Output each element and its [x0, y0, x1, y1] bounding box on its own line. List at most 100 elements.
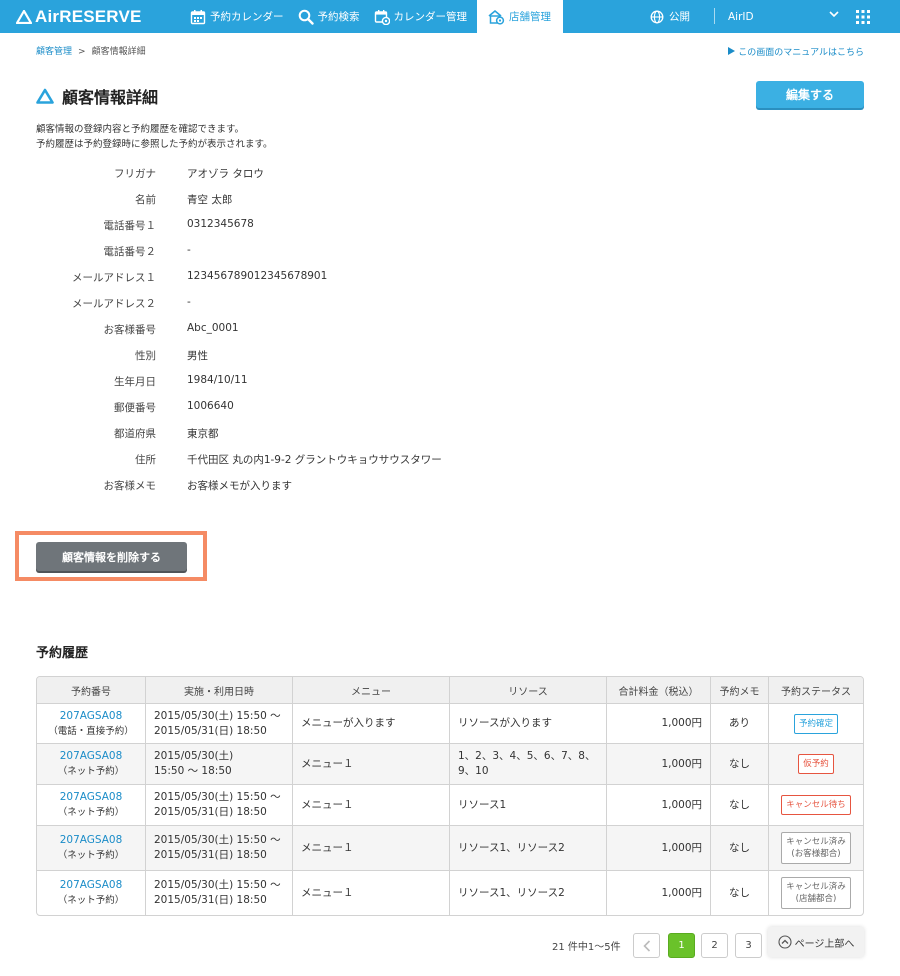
status-cell: 仮予約 [769, 744, 863, 784]
app-logo[interactable]: AirRESERVE [16, 6, 142, 27]
nav-label: 予約検索 [317, 11, 360, 23]
status-text: 予約確定 [798, 718, 833, 729]
reservation-number-link[interactable]: 207AGSA08 [60, 709, 123, 724]
detail-value: 1984/10/11 [187, 374, 248, 386]
edit-button[interactable]: 編集する [756, 81, 864, 108]
status-text: キャンセル済み [786, 837, 846, 847]
delete-customer-button[interactable]: 顧客情報を削除する [36, 542, 187, 571]
status-reason: (店舗都合) [795, 894, 837, 904]
column-header: 予約メモ [711, 677, 769, 703]
status-cell: 予約確定 [769, 704, 863, 743]
reservation-number-cell: 207AGSA08 （ネット予約） [37, 871, 146, 915]
reservation-number-cell: 207AGSA08 （ネット予約） [37, 826, 146, 870]
page-title: 顧客情報詳細 [62, 88, 159, 107]
detail-label: 郵便番号 [114, 402, 156, 414]
detail-row-furigana: フリガナ アオゾラ タロウ [0, 166, 600, 186]
detail-value: 123456789012345678901 [187, 270, 328, 282]
price-cell: 1,000円 [607, 826, 711, 870]
detail-value: - [187, 296, 191, 308]
column-header: 予約番号 [37, 677, 146, 703]
date-line: 2015/05/31(日) 18:50 [154, 724, 267, 737]
description-line: 予約履歴は予約登録時に参照した予約が表示されます。 [36, 139, 273, 150]
reservation-number-cell: 207AGSA08 （ネット予約） [37, 744, 146, 784]
header-divider [714, 8, 715, 24]
resource-line: リソース1、リソース2 [458, 886, 565, 899]
memo-cell: なし [711, 826, 769, 870]
date-line: 15:50 〜 18:50 [154, 765, 232, 777]
nav-reservation-search[interactable]: 予約検索 [294, 0, 370, 33]
main-nav: 予約カレンダー 予約検索 カレンダー管理 店舗管理 [186, 0, 563, 33]
search-icon [298, 9, 314, 25]
reservation-channel: （電話・直接予約） [48, 725, 134, 737]
date-line: 2015/05/31(日) 18:50 [154, 806, 267, 818]
table-row[interactable]: 207AGSA08 （ネット予約） 2015/05/30(土) 15:50 〜 20… [37, 785, 863, 826]
column-header: 合計料金（税込） [607, 677, 711, 703]
nav-reservation-calendar[interactable]: 予約カレンダー [186, 0, 294, 33]
reservation-history-table: 予約番号 実施・利用日時 メニュー リソース 合計料金（税込） 予約メモ 予約ス… [36, 676, 864, 916]
resource-line: リソース1、リソース2 [458, 841, 565, 854]
table-row[interactable]: 207AGSA08 （ネット予約） 2015/05/30(土) 15:50 〜 20… [37, 826, 863, 871]
date-line: 2015/05/30(土) 15:50 〜 [154, 879, 281, 891]
reservation-number-link[interactable]: 207AGSA08 [60, 833, 123, 848]
chevron-left-icon [642, 939, 650, 952]
nav-store-management[interactable]: 店舗管理 [477, 0, 563, 33]
column-header: メニュー [293, 677, 450, 703]
breadcrumb-customer-management[interactable]: 顧客管理 [36, 47, 72, 57]
description-line: 顧客情報の登録内容と予約履歴を確認できます。 [36, 124, 245, 135]
airid-label: AirID [728, 10, 754, 23]
menu-cell: メニュー１ [293, 871, 450, 915]
breadcrumb: 顧客管理 > 顧客情報詳細 [36, 44, 146, 57]
reservation-number-link[interactable]: 207AGSA08 [60, 878, 123, 893]
pagination-page-3[interactable]: 3 [735, 933, 762, 958]
play-triangle-icon [728, 47, 736, 55]
pagination-page-2[interactable]: 2 [701, 933, 728, 958]
reservation-number-link[interactable]: 207AGSA08 [60, 790, 123, 805]
table-row[interactable]: 207AGSA08 （ネット予約） 2015/05/30(土) 15:50 〜 18… [37, 744, 863, 785]
datetime-cell: 2015/05/30(土) 15:50 〜 2015/05/31(日) 18:50 [146, 826, 293, 870]
status-reason: (お客様都合) [791, 849, 841, 859]
memo-cell: なし [711, 785, 769, 825]
detail-value: 青空 太郎 [187, 194, 233, 206]
apps-grid-icon[interactable] [855, 9, 871, 25]
table-row[interactable]: 207AGSA08 （電話・直接予約） 2015/05/30(土) 15:50 〜… [37, 704, 863, 744]
detail-value: 千代田区 丸の内1-9-2 グラントウキョウサウスタワー [187, 454, 442, 466]
publish-label: 公開 [669, 11, 690, 23]
column-header: リソース [450, 677, 607, 703]
column-header: 予約ステータス [781, 686, 851, 698]
status-text: 仮予約 [803, 759, 829, 769]
chevron-up-circle-icon [778, 935, 792, 949]
resource-line: 1、2、3、4、5、6、7、8、 [458, 750, 596, 762]
detail-label: お客様番号 [103, 324, 157, 336]
nav-calendar-management[interactable]: カレンダー管理 [370, 0, 478, 33]
detail-value: - [187, 244, 191, 256]
reservation-channel: （ネット予約） [57, 850, 125, 861]
detail-value: 男性 [187, 350, 208, 362]
column-header: 実施・利用日時 [146, 677, 293, 703]
page-description: 顧客情報の登録内容と予約履歴を確認できます。 予約履歴は予約登録時に参照した予約… [36, 122, 273, 152]
reservation-number-link[interactable]: 207AGSA08 [60, 749, 123, 764]
table-row[interactable]: 207AGSA08 （ネット予約） 2015/05/30(土) 15:50 〜 20… [37, 871, 863, 915]
airid-account-menu[interactable]: AirID [728, 0, 843, 33]
reservation-history-title: 予約履歴 [36, 646, 89, 661]
pagination-prev-button[interactable] [633, 933, 660, 958]
nav-label: 予約カレンダー [210, 11, 284, 23]
status-badge: キャンセル済み (お客様都合) [781, 832, 851, 864]
reservation-number-cell: 207AGSA08 （電話・直接予約） [37, 704, 146, 743]
date-line: 2015/05/31(日) 18:50 [154, 849, 267, 861]
resource-cell: リソース1、リソース2 [450, 826, 607, 870]
manual-link[interactable]: この画面のマニュアルはこちら [728, 45, 864, 58]
menu-cell: メニュー１ [293, 744, 450, 784]
resource-line: リソース1 [458, 798, 507, 811]
detail-label: 都道府県 [114, 428, 156, 440]
pagination-page-1[interactable]: 1 [668, 933, 695, 958]
back-to-top-button[interactable]: ページ上部へ [768, 927, 864, 957]
datetime-cell: 2015/05/30(土) 15:50 〜 18:50 [146, 744, 293, 784]
detail-label: お客様メモ [103, 480, 157, 492]
detail-label: 生年月日 [114, 376, 156, 388]
status-cell: キャンセル済み (お客様都合) [769, 826, 863, 870]
detail-row-phone1: 電話番号１ 0312345678 [0, 218, 600, 238]
calendar-settings-icon [374, 9, 390, 25]
detail-value: 0312345678 [187, 218, 254, 230]
publish-menu[interactable]: 公開 [650, 0, 690, 33]
status-cell: キャンセル待ち [769, 785, 863, 825]
